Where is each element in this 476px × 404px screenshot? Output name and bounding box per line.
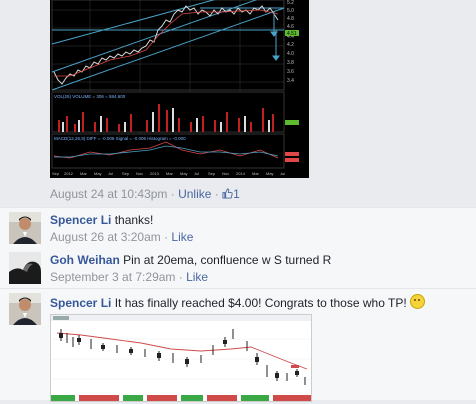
comment-text: Pin at 20ema, confluence w S turned R [123,253,332,267]
svg-text:3.6: 3.6 [287,69,294,75]
chart-attachment-image[interactable]: 5.2 5.0 4.8 4.6 4.4 4.2 4.0 3.8 3.6 3.4 … [50,0,309,178]
like-link[interactable]: Like [171,230,193,244]
comment-body: Spencer Li thanks! [50,213,153,227]
svg-text:Jul: Jul [280,171,285,176]
svg-text:4.2: 4.2 [287,42,294,48]
svg-text:Jul: Jul [108,171,113,176]
svg-text:Mar: Mar [166,171,174,176]
svg-text:3.8: 3.8 [287,60,294,66]
price-tag-label: 4.51 [287,31,297,37]
avatar[interactable] [9,252,41,284]
macd-label: MACD(12,26,9) DIFF = -0.006 Signal = -0.… [54,136,186,141]
chart-attachment-image-2[interactable] [50,314,312,402]
avatar[interactable] [9,212,41,244]
svg-text:May: May [94,171,102,176]
comment-text: It has finally reached $4.00! Congrats t… [114,296,407,310]
comment-item: Goh Weihan Pin at 20ema, confluence w S … [0,248,476,289]
comment-text: thanks! [114,213,154,227]
comment-meta: August 26 at 3:20am · Like [50,230,194,244]
comment-item: Spencer Li thanks! August 26 at 3:20am ·… [0,207,476,249]
avatar[interactable] [9,293,41,325]
comment-timestamp[interactable]: August 24 at 10:43pm [50,187,167,201]
price-axis: 5.2 5.0 4.8 4.6 4.4 4.2 4.0 3.8 3.6 3.4 [287,0,294,84]
svg-text:2013: 2013 [150,171,160,176]
svg-text:4.6: 4.6 [287,24,294,30]
svg-text:May: May [266,171,274,176]
svg-text:Sep: Sep [122,171,130,176]
svg-text:Mar: Mar [252,171,260,176]
svg-text:2012: 2012 [64,171,74,176]
svg-text:Mar: Mar [80,171,88,176]
svg-text:5.2: 5.2 [287,0,294,6]
comment-meta: August 24 at 10:43pm · Unlike · 1 [50,187,240,201]
avatar-image [9,212,41,244]
svg-text:3.4: 3.4 [287,78,294,84]
stock-chart-light [51,315,311,401]
avatar-image [9,252,41,284]
svg-text:4.8: 4.8 [287,16,294,22]
svg-text:May: May [180,171,188,176]
smiley-emoji-icon [410,294,425,309]
author-name[interactable]: Spencer Li [50,213,111,227]
comment-timestamp[interactable]: August 26 at 3:20am [50,230,161,244]
comment-body: Goh Weihan Pin at 20ema, confluence w S … [50,253,331,267]
comment-body: Spencer Li It has finally reached $4.00!… [50,294,425,310]
author-name[interactable]: Spencer Li [50,296,111,310]
author-name[interactable]: Goh Weihan [50,253,120,267]
comment-timestamp[interactable]: September 3 at 7:29am [50,270,175,284]
svg-text:Nov: Nov [222,171,229,176]
svg-text:Sep: Sep [208,171,216,176]
unlike-link[interactable]: Unlike [178,187,211,201]
svg-text:4.0: 4.0 [287,51,294,57]
comment-thread: 5.2 5.0 4.8 4.6 4.4 4.2 4.0 3.8 3.6 3.4 … [0,0,476,402]
svg-text:Nov: Nov [136,171,143,176]
comment-meta: September 3 at 7:29am · Like [50,270,209,284]
stock-chart: 5.2 5.0 4.8 4.6 4.4 4.2 4.0 3.8 3.6 3.4 … [50,0,309,178]
like-count[interactable]: 1 [222,187,240,201]
like-link[interactable]: Like [186,270,208,284]
svg-text:Jul: Jul [194,171,199,176]
volume-label: VOL(25) VOLUME = 306 = 584.600 [54,94,126,99]
thumbs-up-icon [222,188,233,199]
avatar-image [9,293,41,325]
svg-text:Sep: Sep [52,171,60,176]
svg-text:2014: 2014 [236,171,246,176]
svg-text:5.0: 5.0 [287,8,294,14]
